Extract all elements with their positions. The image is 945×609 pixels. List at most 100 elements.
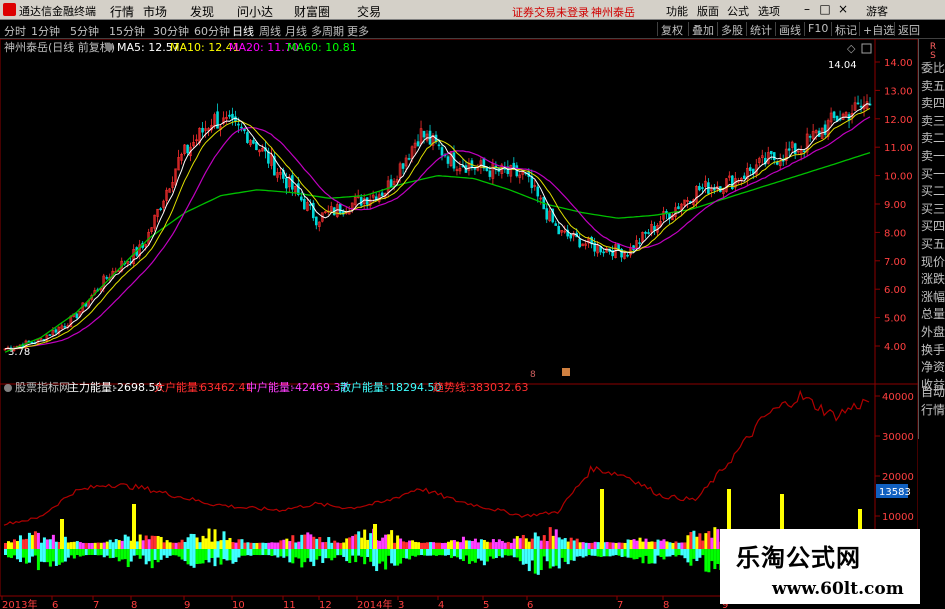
energy-bar-down xyxy=(482,549,486,566)
side-item[interactable]: 换手 xyxy=(920,341,945,358)
energy-bar-down xyxy=(297,549,301,559)
tool-f10[interactable]: F10 xyxy=(804,22,831,36)
login-notice[interactable]: 证券交易未登录 xyxy=(512,4,589,20)
energy-bar-up xyxy=(461,536,465,549)
energy-bar-up xyxy=(141,540,145,549)
tab-fenshi[interactable]: 分时 xyxy=(4,23,26,39)
energy-bar-up xyxy=(336,542,340,549)
energy-bar-down xyxy=(81,549,85,556)
tab-multi-period[interactable]: 多周期 xyxy=(311,23,344,39)
side-item[interactable]: 卖三 xyxy=(920,112,945,129)
tab-15min[interactable]: 15分钟 xyxy=(109,23,145,39)
energy-bar-down xyxy=(551,549,555,567)
energy-bar-down xyxy=(521,549,525,565)
side-item[interactable]: 净资 xyxy=(920,358,945,375)
energy-bar-down xyxy=(138,549,142,559)
tool-multi-stock[interactable]: 多股 xyxy=(717,22,746,37)
side-item[interactable]: 买二 xyxy=(920,182,945,199)
function-button[interactable]: 功能 xyxy=(666,3,688,19)
tab-60min[interactable]: 60分钟 xyxy=(194,23,230,39)
menu-hangqing[interactable]: 行情 xyxy=(110,3,134,20)
tool-back[interactable]: 返回 xyxy=(894,22,923,37)
energy-bar-up xyxy=(683,542,687,549)
energy-bar-down xyxy=(707,549,711,573)
energy-bar-up xyxy=(201,535,205,549)
tool-adjust[interactable]: 复权 xyxy=(657,22,686,37)
time-tick-label: 8 xyxy=(131,600,137,609)
energy-bar-up xyxy=(12,539,16,549)
app-logo-icon xyxy=(3,3,16,16)
panel-toggle-icon[interactable] xyxy=(861,43,872,54)
side-item[interactable]: 现价 xyxy=(920,253,945,270)
energy-bar-up xyxy=(524,538,528,549)
energy-bar-down xyxy=(9,549,13,558)
menu-faxian[interactable]: 发现 xyxy=(190,3,214,20)
energy-bar-up xyxy=(4,543,7,549)
minimize-icon[interactable]: – xyxy=(800,2,814,16)
energy-bar-up xyxy=(488,542,492,549)
energy-bar-down xyxy=(99,549,103,556)
tool-draw[interactable]: 画线 xyxy=(775,22,804,37)
indicator-settings-icon[interactable] xyxy=(4,384,12,392)
side-item[interactable]: 总量 xyxy=(920,305,945,322)
tool-add-watchlist[interactable]: +自选 xyxy=(859,22,897,37)
tab-more[interactable]: 更多 xyxy=(347,23,369,39)
side-item[interactable]: 委比 xyxy=(920,59,945,76)
tab-weekly[interactable]: 周线 xyxy=(259,23,281,39)
energy-bar-up xyxy=(515,536,519,549)
energy-bar-down xyxy=(452,549,456,557)
side-tab-auto[interactable]: 自动 xyxy=(920,383,945,400)
event-marker[interactable] xyxy=(562,368,570,376)
tool-stats[interactable]: 统计 xyxy=(746,22,775,37)
close-icon[interactable]: × xyxy=(836,2,850,16)
layout-button[interactable]: 版面 xyxy=(697,3,719,19)
energy-bar-up xyxy=(249,542,253,549)
energy-bar-up xyxy=(363,529,367,549)
side-item[interactable]: 买一 xyxy=(920,165,945,182)
side-item[interactable]: 卖一 xyxy=(920,147,945,164)
side-item[interactable]: 买四 xyxy=(920,217,945,234)
energy-bar-down xyxy=(476,549,480,559)
guest-button[interactable]: 游客 xyxy=(866,3,888,19)
chart-area[interactable]: 神州泰岳(日线 前复权) MA5: 12.57 MA10: 12.41 MA20… xyxy=(0,39,918,609)
candle-body xyxy=(856,102,860,105)
maximize-icon[interactable]: □ xyxy=(818,2,832,16)
event-marker-small[interactable]: 8 xyxy=(530,370,536,380)
energy-bar-down xyxy=(420,549,424,556)
side-item[interactable]: 外盘 xyxy=(920,323,945,340)
side-item[interactable]: 卖四 xyxy=(920,94,945,111)
tab-daily[interactable]: 日线 xyxy=(232,23,254,39)
candle-body xyxy=(255,141,258,151)
energy-bar-down xyxy=(668,549,672,557)
tab-1min[interactable]: 1分钟 xyxy=(31,23,60,39)
energy-bar-down xyxy=(267,549,271,556)
side-item[interactable]: 涨幅 xyxy=(920,288,945,305)
settings-icon[interactable] xyxy=(105,43,113,51)
energy-bar-up xyxy=(527,541,531,549)
options-button[interactable]: 选项 xyxy=(758,3,780,19)
tool-overlay[interactable]: 叠加 xyxy=(688,22,717,37)
formula-button[interactable]: 公式 xyxy=(727,3,749,19)
side-item[interactable]: 卖二 xyxy=(920,129,945,146)
menu-caifuquan[interactable]: 财富圈 xyxy=(294,3,330,20)
tab-30min[interactable]: 30分钟 xyxy=(153,23,189,39)
side-tab-quote[interactable]: 行情 xyxy=(920,401,945,418)
tab-5min[interactable]: 5分钟 xyxy=(70,23,99,39)
diamond-icon[interactable]: ◇ xyxy=(847,42,856,55)
side-item[interactable]: 买五 xyxy=(920,235,945,252)
energy-bar-up xyxy=(279,540,283,549)
side-item[interactable]: 买三 xyxy=(920,200,945,217)
side-item[interactable]: 卖五 xyxy=(920,77,945,94)
energy-bar-up xyxy=(611,542,615,549)
tool-mark[interactable]: 标记 xyxy=(831,22,860,37)
energy-bar-down xyxy=(195,549,199,565)
tab-monthly[interactable]: 月线 xyxy=(285,23,307,39)
side-item[interactable]: 涨跌 xyxy=(920,270,945,287)
energy-bar-up xyxy=(435,542,438,549)
menu-jiaoyi[interactable]: 交易 xyxy=(357,3,381,20)
energy-bar-down xyxy=(48,549,52,567)
menu-wenxiaoda[interactable]: 问小达 xyxy=(237,3,273,20)
energy-bar-up xyxy=(309,534,313,549)
menu-shichang[interactable]: 市场 xyxy=(143,3,167,20)
energy-bar-up xyxy=(303,534,307,549)
